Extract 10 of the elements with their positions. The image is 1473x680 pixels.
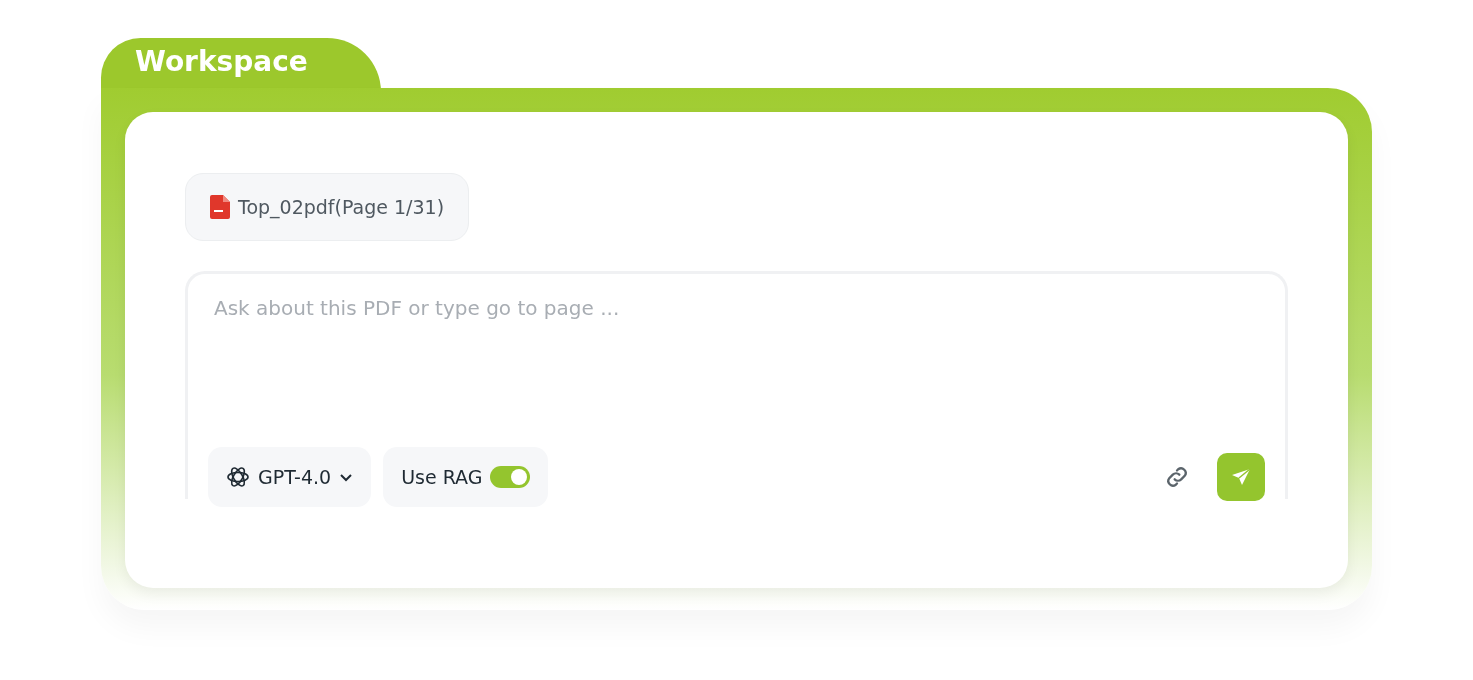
model-select[interactable]: GPT-4.0 <box>208 447 372 507</box>
chevron-down-icon <box>339 472 354 482</box>
file-name: Top_02pdf(Page 1/31) <box>238 196 445 218</box>
pdf-file-icon <box>210 195 230 219</box>
file-chip[interactable]: Top_02pdf(Page 1/31) <box>185 173 470 241</box>
send-button[interactable] <box>1217 453 1265 501</box>
prompt-input[interactable]: Ask about this PDF or type go to page ... <box>208 294 920 322</box>
tab-title: Workspace <box>135 44 308 78</box>
toggle-label: Use RAG <box>401 466 483 488</box>
toggle-switch[interactable] <box>490 466 531 488</box>
